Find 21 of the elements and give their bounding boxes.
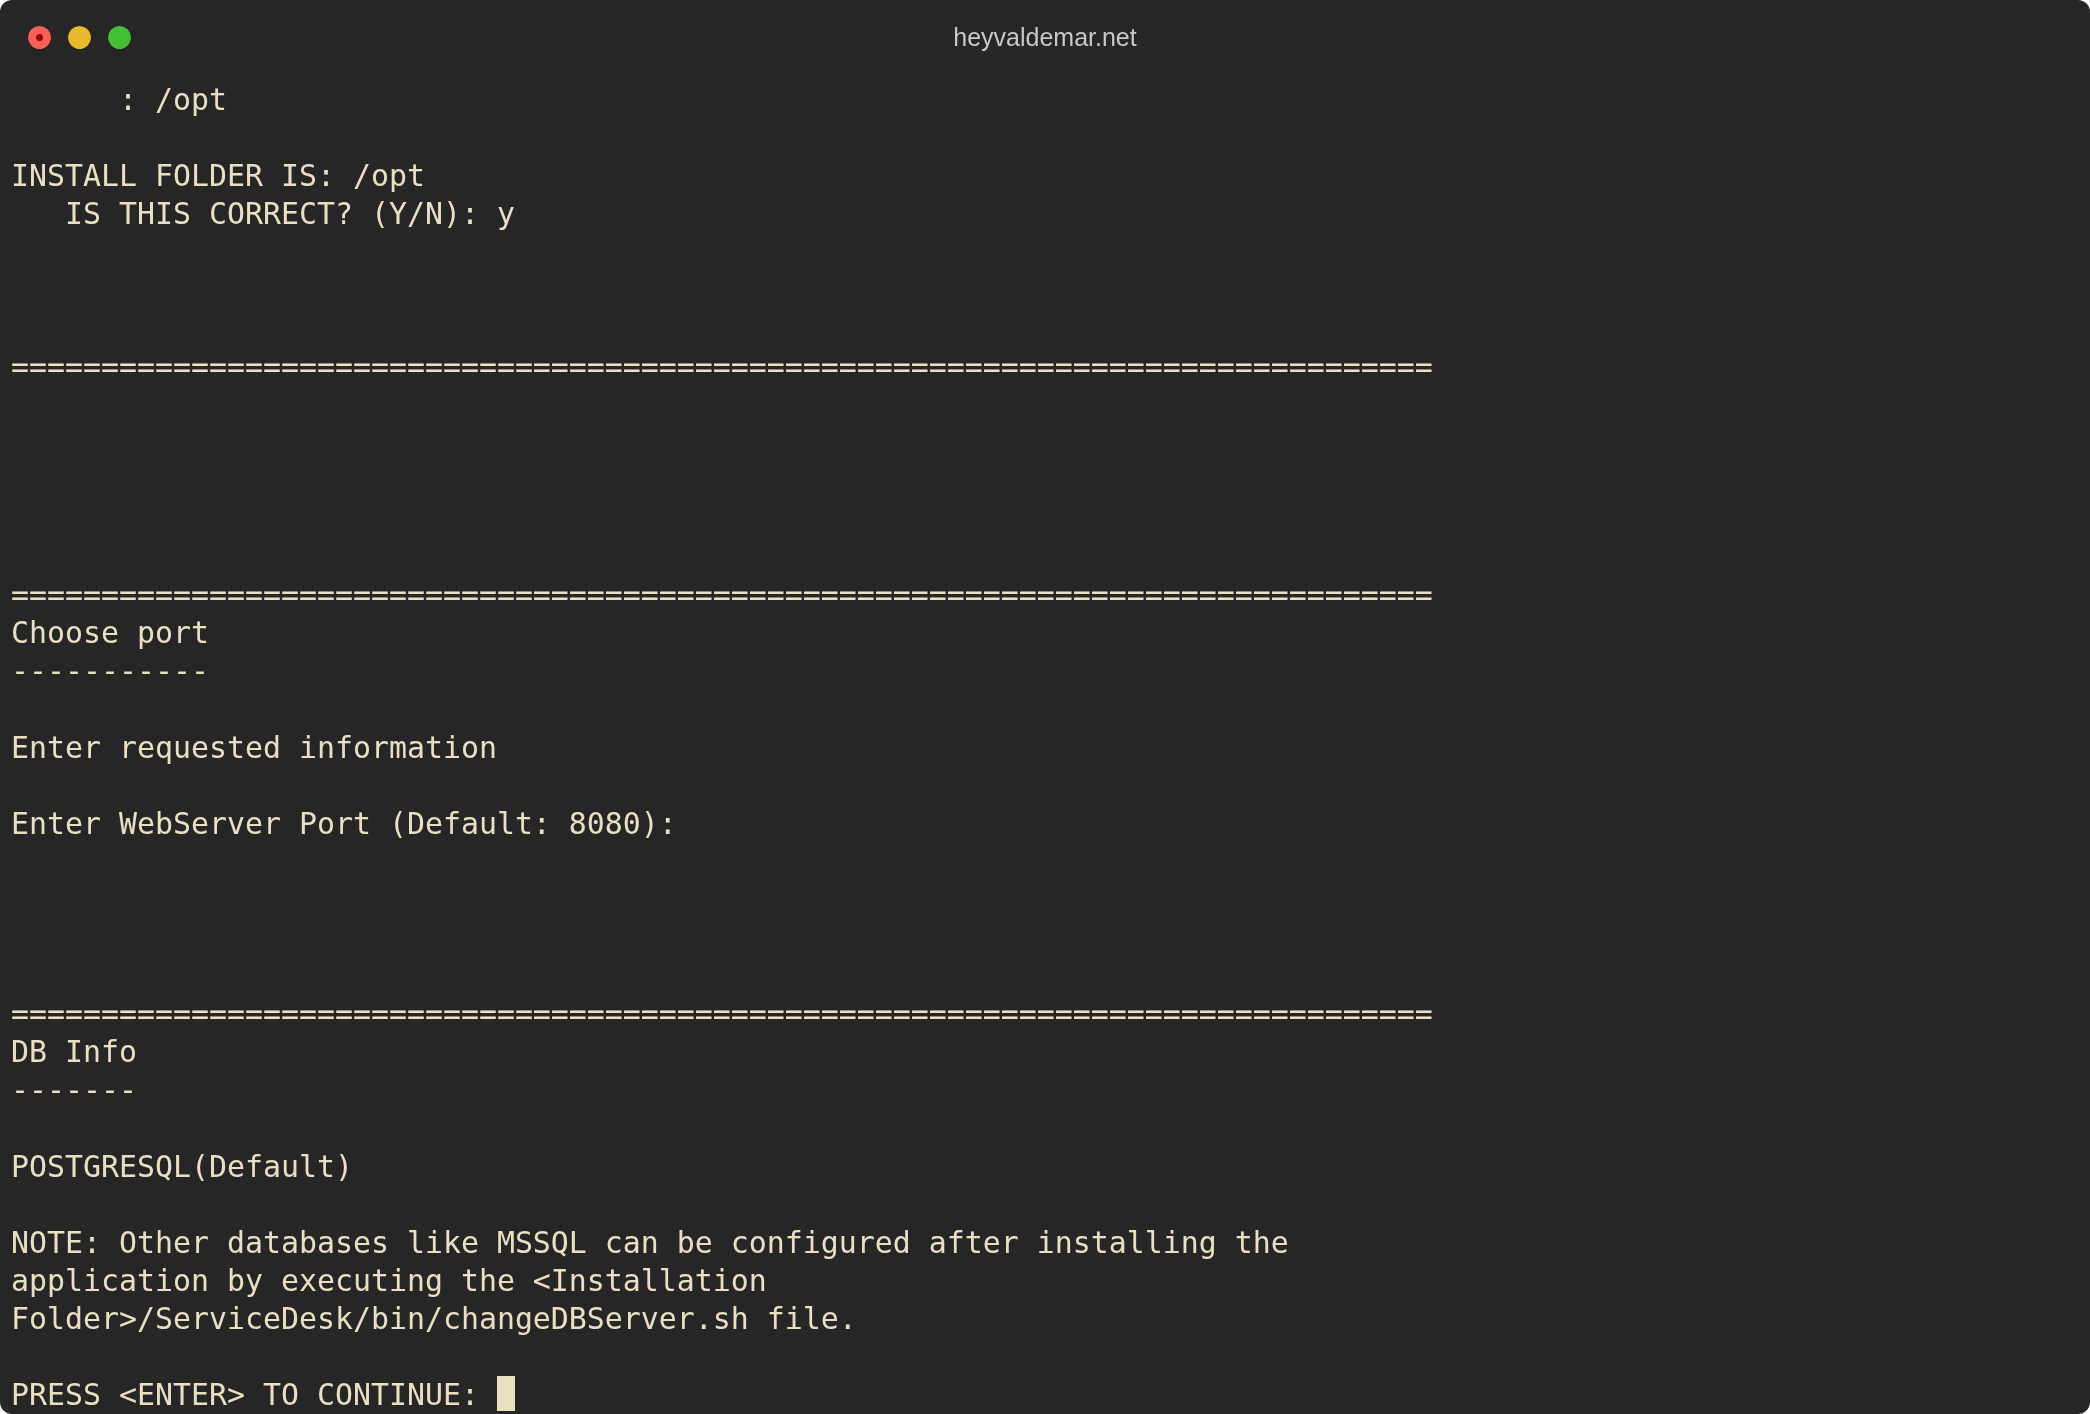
terminal-line: DB Info <box>11 1033 137 1072</box>
maximize-icon[interactable] <box>108 25 131 49</box>
minimize-icon[interactable] <box>68 25 91 49</box>
terminal-line: Choose port <box>11 614 209 653</box>
terminal-line: =============================================================================== <box>11 576 1433 615</box>
terminal-line: ------- <box>11 1071 137 1110</box>
window-title: heyvaldemar.net <box>953 23 1137 52</box>
terminal-line: IS THIS CORRECT? (Y/N): y <box>64 195 515 234</box>
terminal-line: INSTALL FOLDER IS: /opt <box>11 157 425 196</box>
close-icon[interactable] <box>28 25 51 49</box>
terminal-line: =============================================================================== <box>11 347 1433 386</box>
terminal-line: Enter WebServer Port (Default: 8080): <box>11 804 677 843</box>
terminal-line: application by executing the <Installation <box>11 1261 767 1300</box>
terminal-line: Folder>/ServiceDesk/bin/changeDBServer.sh file. <box>11 1300 857 1338</box>
terminal-line: =============================================================================== <box>11 995 1433 1034</box>
terminal-line: NOTE: Other databases like MSSQL can be configured after installing the <box>11 1223 1289 1262</box>
terminal-line: ----------- <box>11 652 209 691</box>
terminal-line: : /opt <box>117 81 227 119</box>
terminal-line: Enter requested information <box>11 728 497 767</box>
terminal-prompt: PRESS <ENTER> TO CONTINUE: <box>11 1376 480 1414</box>
terminal-line: POSTGRESQL(Default) <box>11 1147 353 1186</box>
